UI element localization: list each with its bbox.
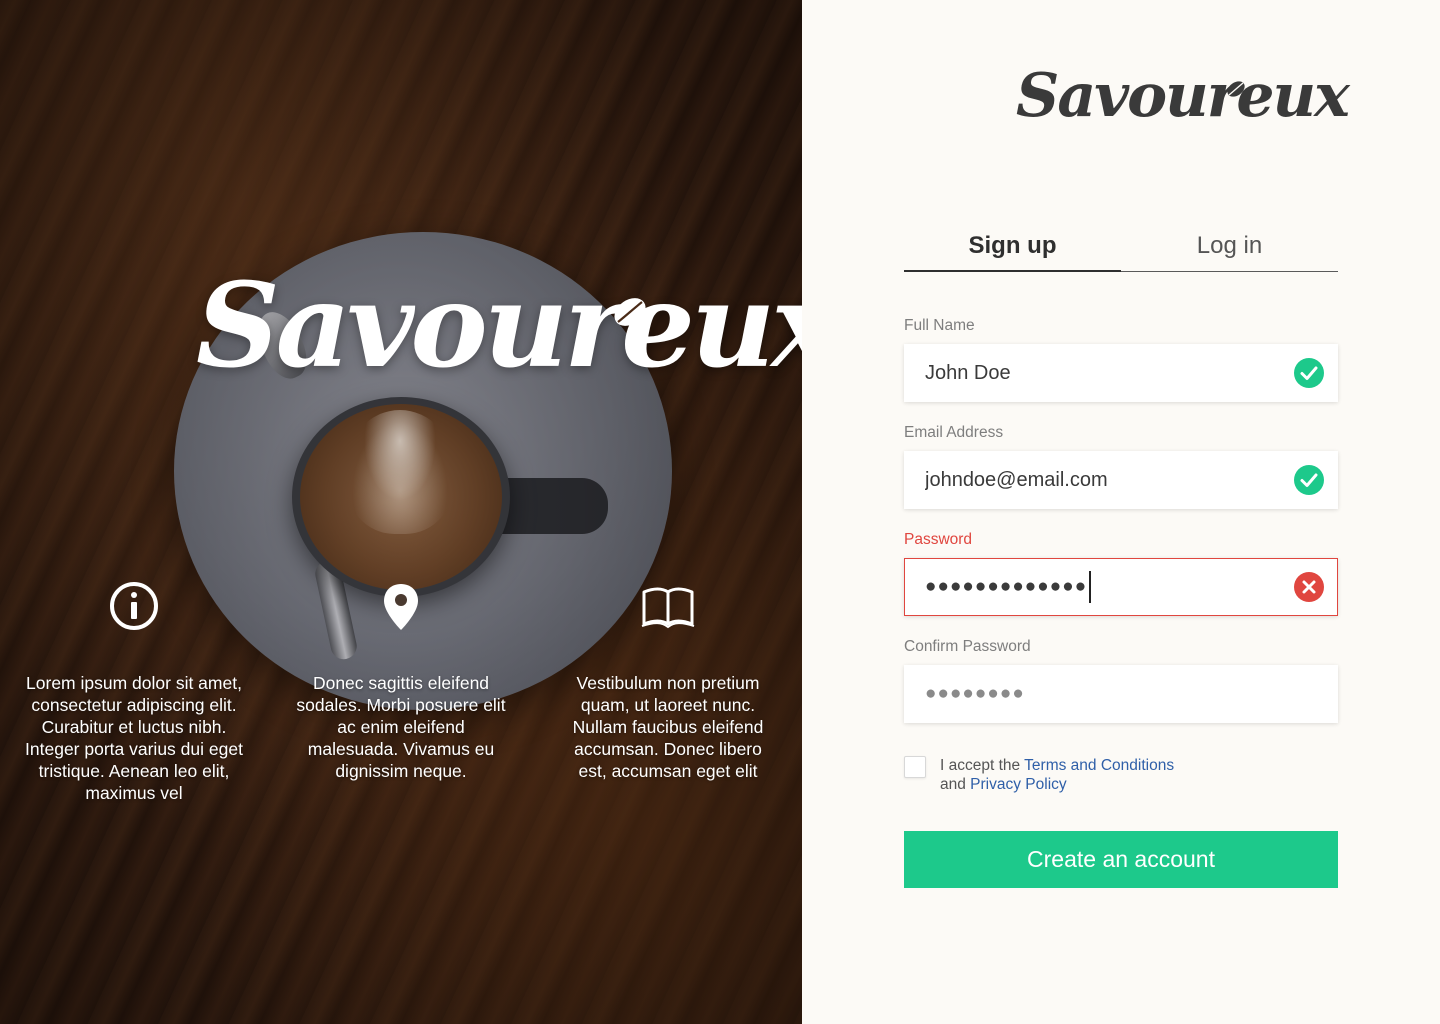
- terms-and-conditions-link[interactable]: Terms and Conditions: [1024, 757, 1174, 774]
- tab-log-in[interactable]: Log in: [1121, 222, 1338, 271]
- hero-logo: Savoureux: [196, 258, 802, 394]
- confirm-password-input[interactable]: ●●●●●●●●: [925, 666, 1025, 722]
- hero-overlay: [0, 0, 802, 1024]
- feature-text: Donec sagittis eleifend sodales. Morbi p…: [296, 673, 506, 781]
- terms-middle: and: [940, 776, 971, 793]
- feature-book: Vestibulum non pretium quam, ut laoreet …: [560, 580, 776, 782]
- book-icon: [641, 587, 695, 629]
- email-input[interactable]: [905, 452, 1337, 508]
- full-name-field-container: [904, 344, 1338, 402]
- terms-prefix: I accept the: [940, 757, 1025, 774]
- full-name-label: Full Name: [904, 317, 975, 334]
- terms-text: I accept the Terms and Conditions and Pr…: [940, 756, 1174, 794]
- terms-checkbox[interactable]: [904, 756, 926, 778]
- password-field-container[interactable]: ●●●●●●●●●●●●●: [904, 558, 1338, 616]
- coffee-bean-icon: [1227, 81, 1245, 97]
- check-icon: [1294, 358, 1324, 388]
- text-caret: [1089, 570, 1091, 603]
- create-account-button[interactable]: Create an account: [904, 831, 1338, 888]
- hero-panel: Savoureux Lorem ipsum dolor sit amet, co…: [0, 0, 802, 1024]
- confirm-password-label: Confirm Password: [904, 638, 1031, 655]
- coffee-bean-icon: [614, 298, 646, 326]
- email-label: Email Address: [904, 424, 1004, 441]
- info-icon: [110, 582, 158, 630]
- feature-location: Donec sagittis eleifend sodales. Morbi p…: [290, 580, 512, 782]
- full-name-input[interactable]: [905, 345, 1337, 401]
- terms-row: I accept the Terms and Conditions and Pr…: [904, 756, 1338, 800]
- feature-text: Vestibulum non pretium quam, ut laoreet …: [572, 673, 764, 781]
- brand-logo: Savoureux: [1016, 61, 1350, 131]
- email-field-container: [904, 451, 1338, 509]
- password-masked-value: ●●●●●●●●●●●●●: [925, 576, 1088, 597]
- auth-tabs: Sign up Log in: [904, 222, 1338, 272]
- password-label: Password: [904, 531, 973, 548]
- signup-form-panel: Savoureux Sign up Log in Full Name Email…: [802, 0, 1440, 1024]
- password-input[interactable]: ●●●●●●●●●●●●●: [925, 559, 1091, 615]
- tab-sign-up[interactable]: Sign up: [904, 222, 1121, 272]
- location-pin-icon: [384, 584, 418, 630]
- features-row: Lorem ipsum dolor sit amet, consectetur …: [0, 580, 802, 820]
- feature-text: Lorem ipsum dolor sit amet, consectetur …: [25, 673, 243, 803]
- confirm-password-field-container[interactable]: ●●●●●●●●: [904, 665, 1338, 723]
- check-icon: [1294, 465, 1324, 495]
- signup-page: Savoureux Lorem ipsum dolor sit amet, co…: [0, 0, 1440, 1024]
- privacy-policy-link[interactable]: Privacy Policy: [970, 776, 1066, 793]
- error-icon: [1294, 572, 1324, 602]
- feature-info: Lorem ipsum dolor sit amet, consectetur …: [18, 580, 250, 804]
